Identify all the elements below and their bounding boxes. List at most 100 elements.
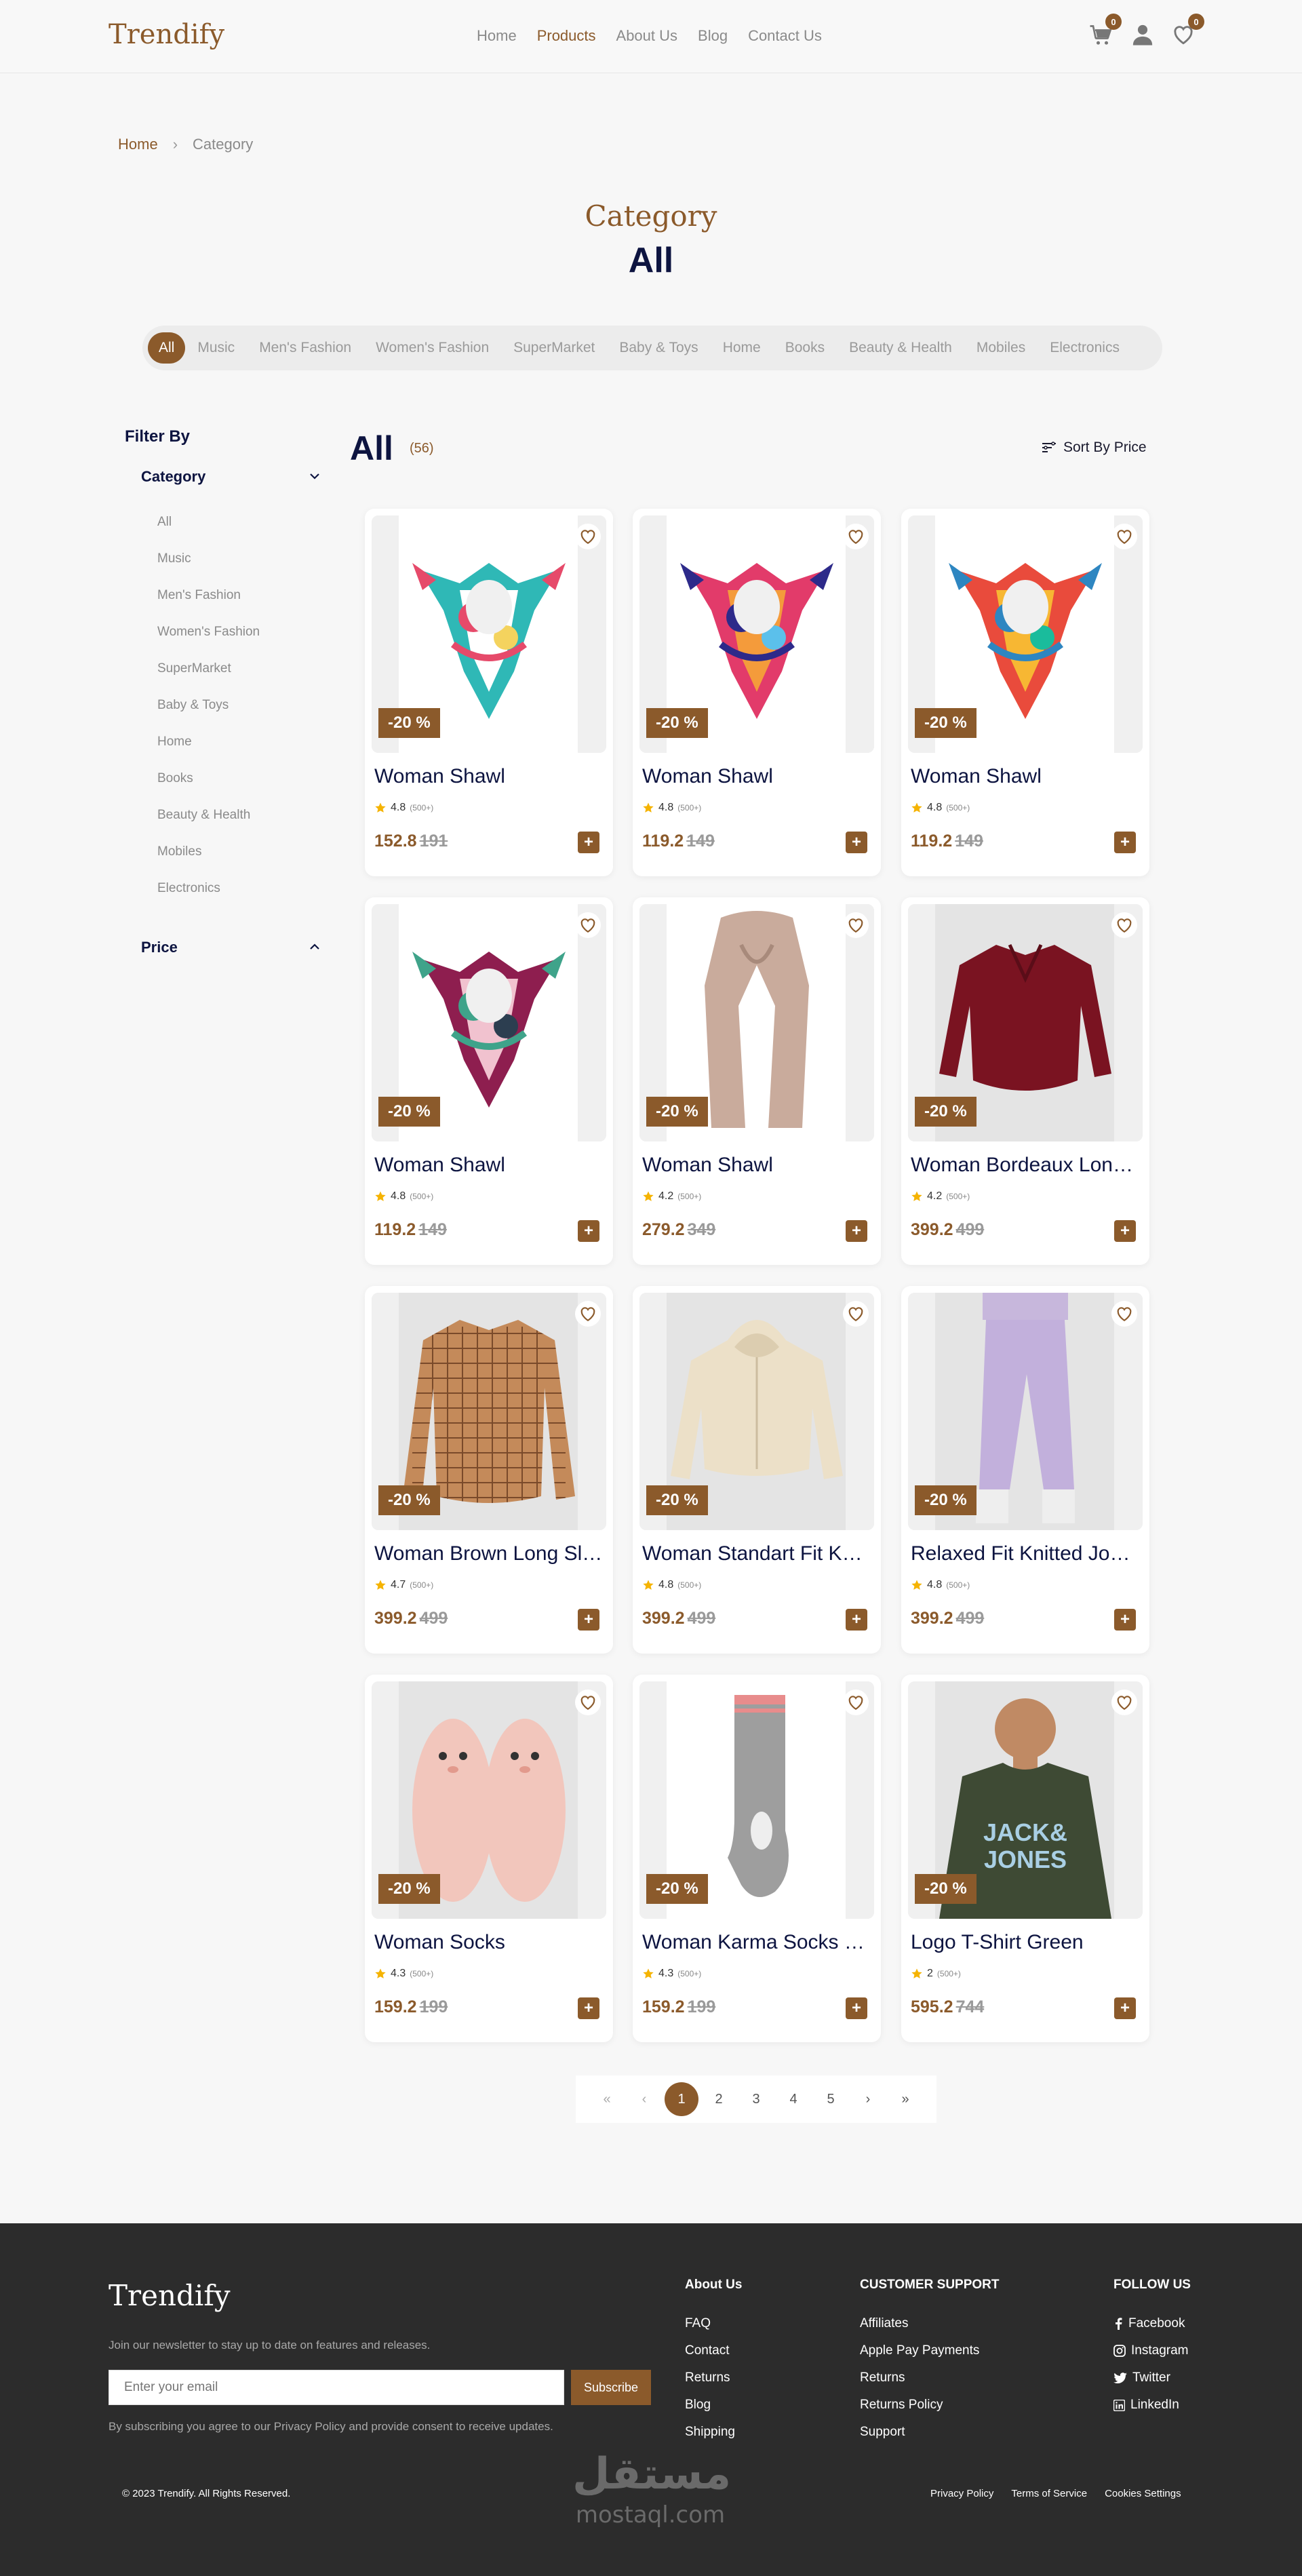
add-to-wishlist-button[interactable] (575, 1301, 601, 1327)
next-page-button[interactable]: › (850, 2092, 887, 2107)
wishlist-button[interactable]: 0 (1172, 14, 1204, 47)
filter-item-beauty-health[interactable]: Beauty & Health (157, 807, 260, 844)
product-name[interactable]: Logo T-Shirt Green (911, 1931, 1141, 1954)
nav-blog[interactable]: Blog (698, 27, 728, 45)
product-name[interactable]: Woman Standart Fit Knitted Hoodie (642, 1542, 873, 1565)
pill-music[interactable]: Music (185, 332, 247, 364)
add-to-wishlist-button[interactable] (575, 1690, 601, 1715)
add-to-cart-button[interactable]: + (578, 1609, 599, 1631)
pill-mobiles[interactable]: Mobiles (964, 332, 1038, 364)
newsletter-email-input[interactable] (108, 2370, 564, 2405)
add-to-cart-button[interactable]: + (578, 1220, 599, 1242)
pill-home[interactable]: Home (711, 332, 773, 364)
add-to-wishlist-button[interactable] (843, 1690, 869, 1715)
filter-item-womens-fashion[interactable]: Women's Fashion (157, 624, 260, 661)
footer-link-faq[interactable]: FAQ (685, 2310, 742, 2337)
filter-item-baby-toys[interactable]: Baby & Toys (157, 697, 260, 734)
nav-products[interactable]: Products (537, 27, 596, 45)
add-to-cart-button[interactable]: + (578, 1997, 599, 2019)
cookies-link[interactable]: Cookies Settings (1105, 2488, 1181, 2499)
product-name[interactable]: Woman Karma Socks Grey (642, 1931, 873, 1954)
brand-logo[interactable]: Trendify (108, 19, 224, 50)
product-card[interactable]: JACK& JONES -20 % Logo T-Shirt Green 2 (500+)… (901, 1675, 1149, 2042)
product-card[interactable]: -20 % Woman Shawl 4.8 (500+) 119.2 149 + (633, 509, 881, 876)
category-filter-toggle[interactable]: Category (141, 468, 321, 486)
add-to-wishlist-button[interactable] (575, 524, 601, 549)
footer-link-contact[interactable]: Contact (685, 2337, 742, 2364)
page-5-button[interactable]: 5 (812, 2092, 850, 2107)
pill-supermarket[interactable]: SuperMarket (501, 332, 607, 364)
filter-item-electronics[interactable]: Electronics (157, 880, 260, 917)
product-card[interactable]: -20 % Woman Socks 4.3 (500+) 159.2 199 + (365, 1675, 613, 2042)
product-card[interactable]: -20 % Woman Bordeaux Long Sleeve Shirt 4.2… (901, 897, 1149, 1265)
product-name[interactable]: Woman Shawl (374, 765, 605, 788)
product-card[interactable]: -20 % Woman Standart Fit Knitted Hoodie 4.… (633, 1286, 881, 1654)
footer-link-affiliates[interactable]: Affiliates (860, 2310, 1000, 2337)
pill-books[interactable]: Books (773, 332, 837, 364)
footer-link-facebook[interactable]: Facebook (1113, 2310, 1191, 2337)
add-to-wishlist-button[interactable] (843, 524, 869, 549)
footer-link-blog[interactable]: Blog (685, 2392, 742, 2419)
product-card[interactable]: -20 % Woman Karma Socks Grey 4.3 (500+) 159.… (633, 1675, 881, 2042)
page-4-button[interactable]: 4 (775, 2092, 812, 2107)
privacy-policy-link[interactable]: Privacy Policy (930, 2488, 993, 2499)
first-page-button[interactable]: « (589, 2092, 626, 2107)
page-1-button[interactable]: 1 (663, 2082, 701, 2116)
add-to-cart-button[interactable]: + (846, 1997, 867, 2019)
pill-all[interactable]: All (148, 332, 186, 364)
product-card[interactable]: -20 % Relaxed Fit Knitted Jogger 4.8 (500+)… (901, 1286, 1149, 1654)
pill-electronics[interactable]: Electronics (1038, 332, 1132, 364)
pill-baby-toys[interactable]: Baby & Toys (607, 332, 710, 364)
product-card[interactable]: -20 % Woman Brown Long Sleeve Shirt 4.7 (50… (365, 1286, 613, 1654)
product-card[interactable]: -20 % Woman Shawl 4.8 (500+) 119.2 149 + (901, 509, 1149, 876)
subscribe-button[interactable]: Subscribe (571, 2370, 651, 2405)
product-name[interactable]: Woman Brown Long Sleeve Shirt (374, 1542, 605, 1565)
account-button[interactable] (1131, 23, 1156, 47)
footer-link-twitter[interactable]: Twitter (1113, 2364, 1191, 2392)
footer-link-returns-policy[interactable]: Returns Policy (860, 2392, 1000, 2419)
filter-item-music[interactable]: Music (157, 551, 260, 587)
sort-button[interactable]: Sort By Price (1042, 440, 1147, 456)
pill-beauty-health[interactable]: Beauty & Health (837, 332, 964, 364)
add-to-cart-button[interactable]: + (1114, 1609, 1136, 1631)
add-to-cart-button[interactable]: + (846, 832, 867, 853)
add-to-wishlist-button[interactable] (843, 1301, 869, 1327)
filter-item-mens-fashion[interactable]: Men's Fashion (157, 587, 260, 624)
filter-item-mobiles[interactable]: Mobiles (157, 844, 260, 880)
page-3-button[interactable]: 3 (738, 2092, 775, 2107)
last-page-button[interactable]: » (887, 2092, 924, 2107)
nav-home[interactable]: Home (477, 27, 517, 45)
add-to-wishlist-button[interactable] (1111, 524, 1137, 549)
product-name[interactable]: Woman Shawl (374, 1154, 605, 1177)
product-card[interactable]: -20 % Woman Shawl 4.8 (500+) 119.2 149 + (365, 897, 613, 1265)
filter-item-all[interactable]: All (157, 514, 260, 551)
page-2-button[interactable]: 2 (701, 2092, 738, 2107)
pill-mens-fashion[interactable]: Men's Fashion (247, 332, 363, 364)
add-to-wishlist-button[interactable] (575, 912, 601, 938)
footer-logo[interactable]: Trendify (108, 2279, 231, 2312)
filter-item-supermarket[interactable]: SuperMarket (157, 661, 260, 697)
filter-item-home[interactable]: Home (157, 734, 260, 770)
product-name[interactable]: Woman Socks (374, 1931, 605, 1954)
product-name[interactable]: Woman Bordeaux Long Sleeve Shirt (911, 1154, 1141, 1177)
add-to-wishlist-button[interactable] (843, 912, 869, 938)
add-to-wishlist-button[interactable] (1111, 1301, 1137, 1327)
footer-link-linkedin[interactable]: LinkedIn (1113, 2392, 1191, 2419)
product-card[interactable]: -20 % Woman Shawl 4.2 (500+) 279.2 349 + (633, 897, 881, 1265)
product-card[interactable]: -20 % Woman Shawl 4.8 (500+) 152.8 191 + (365, 509, 613, 876)
add-to-cart-button[interactable]: + (578, 832, 599, 853)
add-to-wishlist-button[interactable] (1111, 912, 1137, 938)
price-filter-toggle[interactable]: Price (141, 939, 321, 956)
footer-link-support[interactable]: Support (860, 2419, 1000, 2446)
add-to-cart-button[interactable]: + (1114, 1220, 1136, 1242)
add-to-cart-button[interactable]: + (1114, 832, 1136, 853)
footer-link-returns[interactable]: Returns (685, 2364, 742, 2392)
add-to-cart-button[interactable]: + (1114, 1997, 1136, 2019)
product-name[interactable]: Relaxed Fit Knitted Jogger (911, 1542, 1141, 1565)
nav-about[interactable]: About Us (616, 27, 678, 45)
prev-page-button[interactable]: ‹ (626, 2092, 663, 2107)
pill-womens-fashion[interactable]: Women's Fashion (363, 332, 501, 364)
product-name[interactable]: Woman Shawl (642, 1154, 873, 1177)
add-to-wishlist-button[interactable] (1111, 1690, 1137, 1715)
footer-link-shipping[interactable]: Shipping (685, 2419, 742, 2446)
